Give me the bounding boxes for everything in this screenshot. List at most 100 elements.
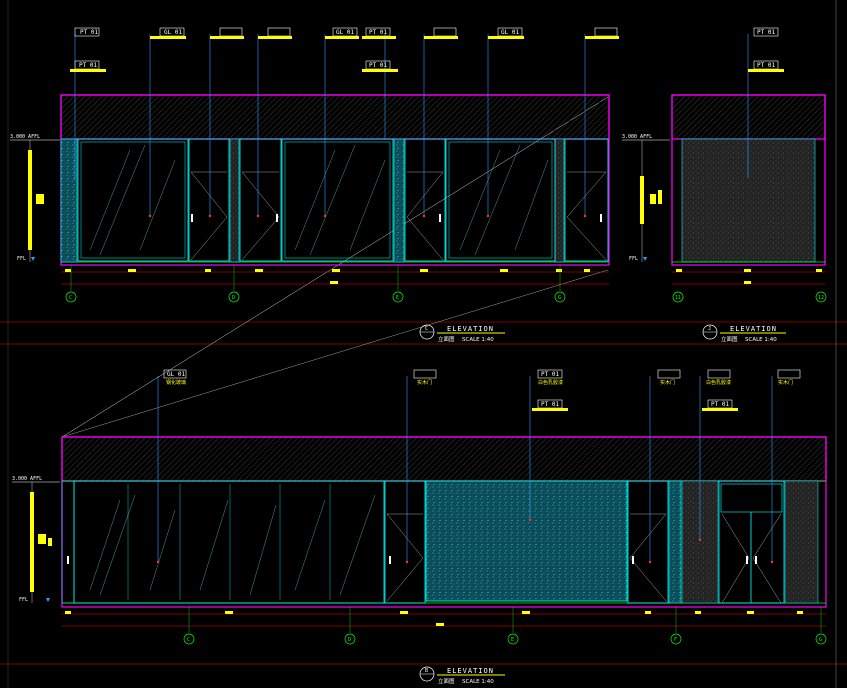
elevation-c-glass-reflections: [89, 144, 549, 256]
svg-text:C: C: [69, 295, 72, 301]
svg-text:D: D: [348, 637, 351, 643]
tag-code: PT 01: [80, 29, 98, 36]
svg-text:ELEVATION: ELEVATION: [730, 325, 777, 333]
elevation-c-tag-8[interactable]: GL 01: [488, 27, 524, 39]
svg-text:G: G: [558, 295, 561, 301]
svg-text:3.000 AFFL: 3.000 AFFL: [12, 476, 42, 482]
elevation-b-door-2: [627, 480, 669, 604]
elevation-b-title: B ELEVATION 立面图 SCALE 1:40: [419, 666, 505, 685]
elevation-c-tag-5[interactable]: GL 01: [325, 27, 359, 39]
elevation-b-tag-3[interactable]: PT 01 白色乳胶漆: [537, 369, 563, 386]
elevation-b-tag-lower-1[interactable]: PT 01: [532, 399, 568, 411]
cad-drawing-canvas: PT 01 GL 01 GL 01 PT 01 GL 01 PT 01 PT 0…: [0, 0, 847, 688]
elevation-b-tag-1[interactable]: GL 01 钢化玻璃: [163, 369, 187, 386]
svg-text:J: J: [708, 326, 711, 332]
elevation-c-column-mid2: [393, 138, 405, 263]
svg-text:D: D: [232, 295, 235, 301]
elevation-j-title: J ELEVATION 立面图 SCALE 1:40: [702, 324, 786, 343]
elevation-b-dimensions: [62, 611, 826, 627]
elevation-b-level-marker: 3.000 AFFL FFL: [12, 476, 60, 603]
elevation-b-glass-reflections: [89, 494, 376, 596]
elevation-j: PT 01 PT 01 3.000 AFFL FFL 11 12 J ELEVA…: [622, 27, 827, 343]
tag-code: PT 01: [369, 62, 387, 69]
elevation-j-dimensions: [672, 269, 825, 285]
elevation-c-column-mid3: [554, 138, 565, 263]
svg-text:FFL: FFL: [629, 256, 638, 262]
tag-code: PT 01: [79, 62, 97, 69]
elevation-c: PT 01 GL 01 GL 01 PT 01 GL 01 PT 01 PT 0…: [10, 27, 619, 343]
svg-text:立面图: 立面图: [438, 677, 455, 685]
svg-text:F: F: [674, 637, 677, 643]
elevation-b-tag-5[interactable]: 白色乳胶漆: [706, 369, 731, 386]
tag-note: 实木门: [417, 379, 432, 386]
svg-text:B: B: [425, 668, 428, 674]
tag-code: GL 01: [501, 29, 519, 36]
svg-text:E: E: [511, 637, 514, 643]
elevation-b-wall-edge-left: [61, 480, 75, 604]
tag-code: PT 01: [541, 401, 559, 408]
elevation-j-grid: 11 12: [672, 291, 827, 303]
elevation-b-glass-wall: [73, 480, 385, 604]
construction-line-2: [61, 269, 609, 438]
tag-code: PT 01: [369, 29, 387, 36]
elevation-c-title: C ELEVATION 立面图 SCALE 1:40: [419, 324, 505, 343]
tag-note: 实木门: [660, 379, 675, 386]
svg-text:SCALE 1:40: SCALE 1:40: [745, 337, 777, 343]
elevation-b-soffit: [61, 436, 827, 482]
svg-text:SCALE 1:40: SCALE 1:40: [462, 679, 494, 685]
elevation-b-grid: C D E F G: [183, 607, 827, 645]
elevation-c-tag-6[interactable]: PT 01: [362, 27, 396, 39]
elevation-c-tag-9[interactable]: [585, 27, 619, 39]
elevation-j-level-marker: 3.000 AFFL FFL: [622, 134, 670, 262]
elevation-c-soffit: [60, 94, 610, 140]
elevation-c-column-mid1: [229, 138, 240, 263]
svg-text:立面图: 立面图: [438, 335, 455, 343]
svg-text:C: C: [187, 637, 190, 643]
elevation-c-tag-2[interactable]: GL 01: [150, 27, 186, 39]
svg-text:G: G: [819, 637, 822, 643]
svg-text:ELEVATION: ELEVATION: [447, 325, 494, 333]
elevation-b-tag-lower-2[interactable]: PT 01: [702, 399, 738, 411]
tag-note: 白色乳胶漆: [706, 379, 731, 386]
tag-code: GL 01: [167, 371, 185, 378]
elevation-j-soffit: [671, 94, 826, 140]
elevation-j-tag-2[interactable]: PT 01: [748, 60, 784, 72]
elevation-c-level-marker: 3.000 AFFL FFL: [10, 134, 60, 262]
elevation-c-glass-panels: [77, 138, 556, 262]
elevation-c-tag-lower-1[interactable]: PT 01: [70, 60, 106, 72]
tag-code: PT 01: [711, 401, 729, 408]
elevation-c-leader-dots: [148, 214, 587, 218]
elevation-b-double-door: [718, 480, 785, 604]
tag-code: GL 01: [164, 29, 182, 36]
elevation-b-column: [668, 480, 682, 604]
elevation-c-tag-1[interactable]: PT 01: [74, 27, 100, 37]
svg-text:11: 11: [675, 295, 681, 301]
elevation-b-wall-panel-right: [784, 480, 819, 604]
elevation-b-tag-2[interactable]: 实木门: [413, 369, 437, 386]
svg-text:E: E: [396, 295, 399, 301]
elevation-b-tag-6[interactable]: 实木门: [777, 369, 801, 386]
svg-text:3.000 AFFL: 3.000 AFFL: [622, 134, 652, 140]
svg-text:SCALE 1:40: SCALE 1:40: [462, 337, 494, 343]
elevation-b: GL 01 钢化玻璃 实木门 PT 01 白色乳胶漆 实木门 白色乳胶漆 实木门: [12, 369, 827, 685]
elevation-j-tag-1[interactable]: PT 01: [753, 27, 779, 37]
svg-text:FFL: FFL: [17, 256, 26, 262]
tag-code: PT 01: [757, 62, 775, 69]
elevation-c-dimensions: [61, 269, 609, 285]
svg-text:3.000 AFFL: 3.000 AFFL: [10, 134, 40, 140]
tag-code: PT 01: [541, 371, 559, 378]
elevation-b-tag-4[interactable]: 实木门: [657, 369, 681, 386]
elevation-c-tag-7[interactable]: [424, 27, 458, 39]
svg-text:ELEVATION: ELEVATION: [447, 667, 494, 675]
elevation-c-grid: C D E G: [65, 265, 566, 303]
elevation-j-wall-panel: [681, 138, 816, 263]
elevation-c-column-left: [60, 138, 78, 263]
tag-code: PT 01: [757, 29, 775, 36]
svg-text:C: C: [425, 326, 428, 332]
elevation-b-door-1: [384, 480, 426, 604]
tag-note: 钢化玻璃: [166, 379, 186, 386]
elevation-c-tag-4[interactable]: [258, 27, 292, 39]
elevation-c-tag-3[interactable]: [210, 27, 244, 39]
elevation-b-door-handles: [67, 556, 757, 564]
elevation-c-tag-lower-2[interactable]: PT 01: [362, 60, 398, 72]
